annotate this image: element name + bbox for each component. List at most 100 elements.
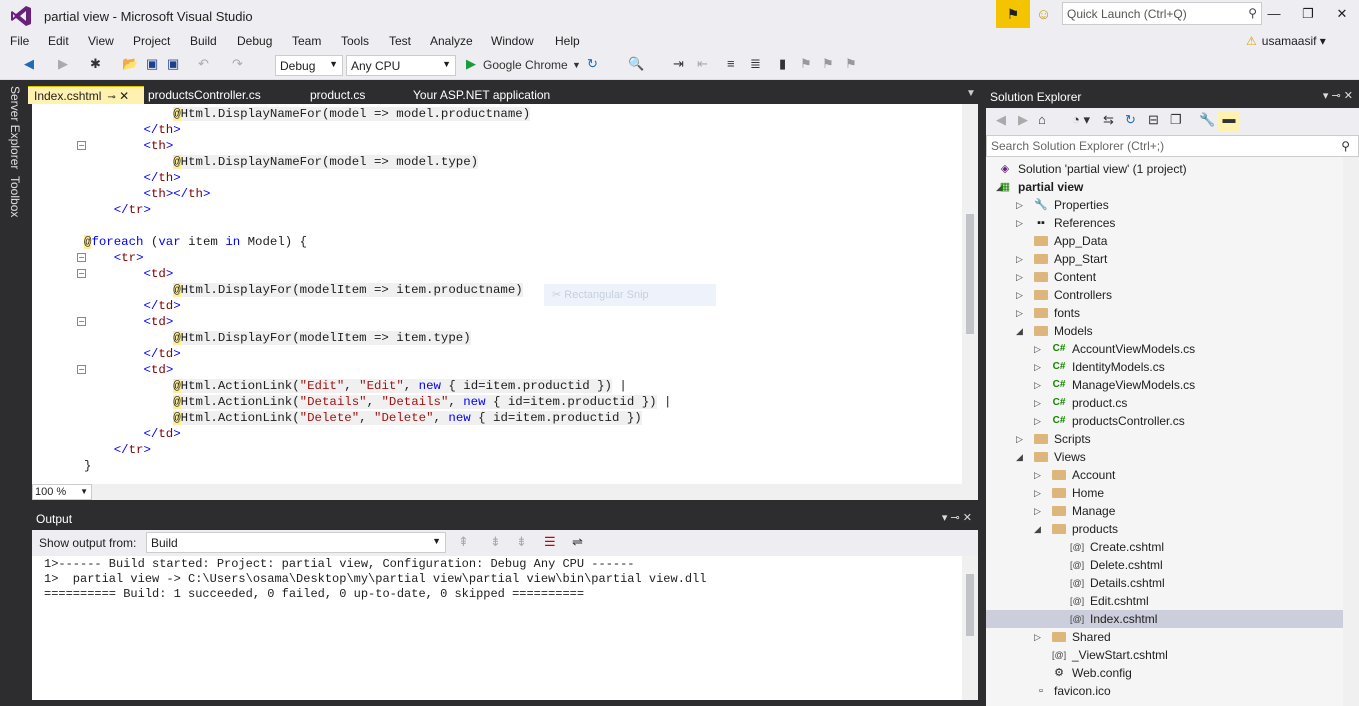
expand-arrow-icon[interactable]: ▷ <box>1034 484 1041 502</box>
menu-tools[interactable]: Tools <box>341 34 369 48</box>
refresh-icon[interactable]: ↻ <box>587 56 598 72</box>
menu-window[interactable]: Window <box>491 34 534 48</box>
scroll-thumb[interactable] <box>966 214 974 334</box>
restore-button[interactable]: ❐ <box>1291 0 1325 28</box>
expand-arrow-icon[interactable]: ▷ <box>1016 286 1023 304</box>
tab-list-dropdown-icon[interactable]: ▼ <box>966 88 976 99</box>
tree-node[interactable]: ▷ Home <box>986 484 1343 502</box>
pending-changes-filter-icon[interactable]: ◔ ▾ <box>1072 112 1090 128</box>
expand-arrow-icon[interactable]: ▷ <box>1016 304 1023 322</box>
tree-node[interactable]: ▷ C# product.cs <box>986 394 1343 412</box>
tab-product-cs[interactable]: product.cs <box>304 86 371 104</box>
find-icon[interactable]: 🔍 <box>628 56 644 72</box>
user-account[interactable]: ⚠ usamaasif ▾ <box>1246 34 1326 48</box>
tree-node[interactable]: ◈ Solution 'partial view' (1 project) <box>986 160 1343 178</box>
expand-arrow-icon[interactable]: ▷ <box>1034 628 1041 646</box>
save-all-icon[interactable]: ▣ <box>167 56 179 72</box>
expand-arrow-icon[interactable]: ▷ <box>1016 250 1023 268</box>
prev-bookmark-icon[interactable]: ⚑ <box>800 56 812 72</box>
forward-icon[interactable]: ▶ <box>1018 112 1028 128</box>
expand-arrow-icon[interactable]: ▷ <box>1034 412 1041 430</box>
panel-controls-icon[interactable]: ▾ ⊸ ✕ <box>942 511 972 524</box>
editor-vertical-scrollbar[interactable] <box>962 104 978 484</box>
solution-explorer-scrollbar[interactable] <box>1343 157 1359 706</box>
clear-all-icon[interactable]: ☰ <box>544 534 556 550</box>
tree-node[interactable]: ◢ products <box>986 520 1343 538</box>
new-project-icon[interactable]: ✱ <box>90 56 101 72</box>
clear-bookmarks-icon[interactable]: ⚑ <box>845 56 857 72</box>
collapse-arrow-icon[interactable]: ◢ <box>1016 448 1023 466</box>
close-tab-icon[interactable]: ✕ <box>119 89 129 103</box>
run-target-dropdown-icon[interactable]: ▼ <box>572 60 581 70</box>
menu-debug[interactable]: Debug <box>237 34 272 48</box>
menu-file[interactable]: File <box>10 34 29 48</box>
server-explorer-tab[interactable]: Server Explorer <box>8 86 22 169</box>
output-source-dropdown[interactable]: Build ▼ <box>146 532 446 553</box>
menu-team[interactable]: Team <box>292 34 321 48</box>
expand-arrow-icon[interactable]: ▷ <box>1034 394 1041 412</box>
output-vertical-scrollbar[interactable] <box>962 556 978 700</box>
collapse-arrow-icon[interactable]: ◢ <box>1034 520 1041 538</box>
menu-build[interactable]: Build <box>190 34 217 48</box>
find-message-icon[interactable]: ⇟ <box>516 534 527 550</box>
tree-node[interactable]: ▷ C# productsController.cs <box>986 412 1343 430</box>
collapse-arrow-icon[interactable]: ◢ <box>1016 322 1023 340</box>
tab-products-controller[interactable]: productsController.cs <box>142 86 267 104</box>
undo-icon[interactable]: ↶ <box>198 56 209 72</box>
toggle-word-wrap-icon[interactable]: ⇌ <box>572 534 583 550</box>
tree-node[interactable]: ▷ Manage <box>986 502 1343 520</box>
tree-node[interactable]: [@] Details.cshtml <box>986 574 1343 592</box>
run-target-label[interactable]: Google Chrome <box>483 58 568 72</box>
expand-arrow-icon[interactable]: ▷ <box>1016 196 1023 214</box>
close-button[interactable]: ✕ <box>1325 0 1359 28</box>
tree-node[interactable]: ▫ favicon.ico <box>986 682 1343 700</box>
tree-node[interactable]: ▷ App_Start <box>986 250 1343 268</box>
menu-view[interactable]: View <box>88 34 114 48</box>
navigate-back-icon[interactable]: ◀ <box>24 56 34 72</box>
menu-help[interactable]: Help <box>555 34 580 48</box>
properties-icon[interactable]: 🔧 <box>1199 112 1215 128</box>
tree-node[interactable]: ▷ fonts <box>986 304 1343 322</box>
tree-node[interactable]: [@] Edit.cshtml <box>986 592 1343 610</box>
show-all-files-icon[interactable]: ❐ <box>1170 112 1182 128</box>
panel-controls-icon[interactable]: ▾ ⊸ ✕ <box>1323 89 1353 102</box>
tree-node[interactable]: [@] _ViewStart.cshtml <box>986 646 1343 664</box>
outdent-icon[interactable]: ⇤ <box>697 56 708 72</box>
expand-arrow-icon[interactable]: ▷ <box>1016 430 1023 448</box>
send-feedback-smiley-icon[interactable]: ☺ <box>1036 6 1051 23</box>
tree-node[interactable]: ▷ C# IdentityModels.cs <box>986 358 1343 376</box>
preview-selected-items-icon[interactable]: ▬ <box>1218 111 1240 131</box>
start-debugging-icon[interactable]: ▶ <box>466 56 476 72</box>
sync-with-active-document-icon[interactable]: ⇆ <box>1103 112 1114 128</box>
go-to-next-message-icon[interactable]: ⇟ <box>490 534 501 550</box>
scroll-thumb[interactable] <box>966 574 974 636</box>
quick-launch-input[interactable]: Quick Launch (Ctrl+Q) ⚲ <box>1062 2 1262 25</box>
solution-configurations-dropdown[interactable]: Debug ▼ <box>275 55 343 76</box>
open-file-icon[interactable]: 📂 <box>122 56 138 72</box>
home-icon[interactable]: ⌂ <box>1038 112 1046 127</box>
tree-node[interactable]: ▷ 🔧 Properties <box>986 196 1343 214</box>
menu-edit[interactable]: Edit <box>48 34 69 48</box>
menu-project[interactable]: Project <box>133 34 170 48</box>
tree-node[interactable]: ◢ Views <box>986 448 1343 466</box>
tree-node[interactable]: ▷ Shared <box>986 628 1343 646</box>
menu-test[interactable]: Test <box>389 34 411 48</box>
expand-arrow-icon[interactable]: ▷ <box>1034 466 1041 484</box>
expand-arrow-icon[interactable]: ▷ <box>1034 502 1041 520</box>
save-icon[interactable]: ▣ <box>146 56 158 72</box>
tab-index-cshtml[interactable]: Index.cshtml ⊸ ✕ <box>28 86 144 104</box>
tree-node[interactable]: [@] Index.cshtml <box>986 610 1343 628</box>
tab-aspnet-application[interactable]: Your ASP.NET application <box>407 86 556 104</box>
refresh-icon[interactable]: ↻ <box>1125 112 1136 128</box>
navigate-forward-icon[interactable]: ▶ <box>58 56 68 72</box>
expand-arrow-icon[interactable]: ▷ <box>1034 340 1041 358</box>
tree-node[interactable]: [@] Create.cshtml <box>986 538 1343 556</box>
minimize-button[interactable]: — <box>1257 0 1291 28</box>
expand-arrow-icon[interactable]: ▷ <box>1034 358 1041 376</box>
tree-node[interactable]: ◢ ▦ partial view <box>986 178 1343 196</box>
code-editor[interactable]: − − − − − @Html.DisplayNameFor(model => … <box>32 104 978 484</box>
menu-analyze[interactable]: Analyze <box>430 34 473 48</box>
collapse-all-icon[interactable]: ⊟ <box>1148 112 1159 128</box>
tree-node[interactable]: [@] Delete.cshtml <box>986 556 1343 574</box>
zoom-dropdown[interactable]: 100 % ▼ <box>32 484 92 500</box>
